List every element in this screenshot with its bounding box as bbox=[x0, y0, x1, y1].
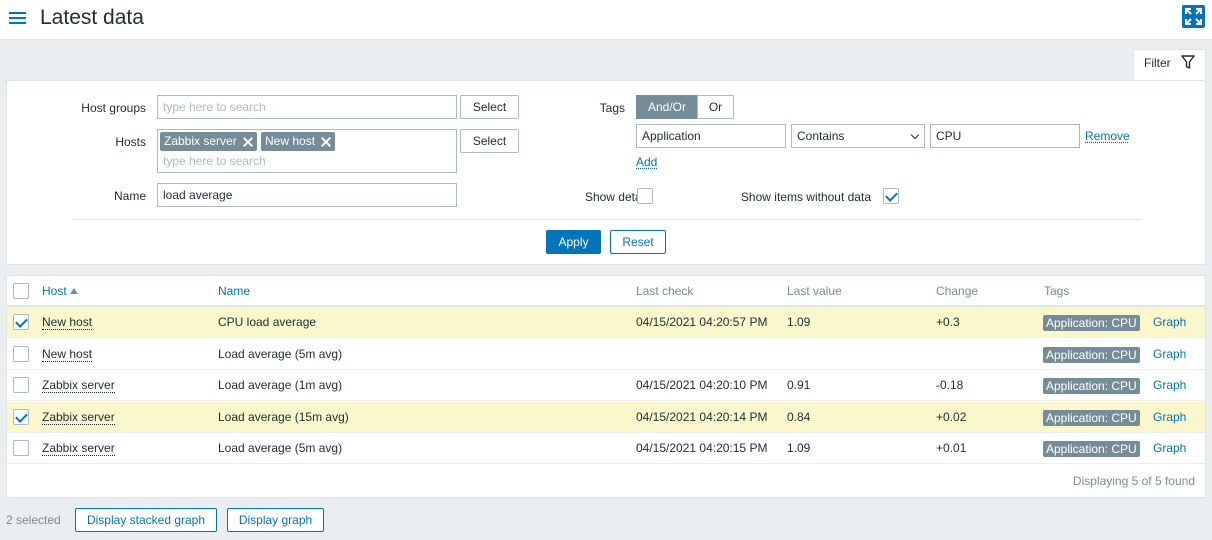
tag-badge[interactable]: Application: CPU bbox=[1043, 347, 1140, 363]
tag-operator-value: Contains bbox=[797, 129, 845, 143]
latest-data-table: Host Name Last check Last value Change T… bbox=[6, 275, 1206, 498]
host-link[interactable]: Zabbix server bbox=[42, 410, 115, 425]
tag-add-link[interactable]: Add bbox=[636, 155, 657, 169]
page-header: Latest data bbox=[0, 0, 1212, 40]
item-name: Load average (15m avg) bbox=[218, 410, 349, 424]
host-chip-label: New host bbox=[265, 134, 316, 148]
column-header-last-value: Last value bbox=[787, 284, 842, 298]
table-row: Zabbix server Load average (1m avg) 04/1… bbox=[7, 370, 1205, 401]
host-groups-label: Host groups bbox=[81, 101, 146, 115]
table-footer-count: Displaying 5 of 5 found bbox=[1072, 474, 1195, 488]
filter-tab[interactable]: Filter bbox=[1133, 49, 1206, 81]
hosts-search-input[interactable]: type here to search bbox=[163, 154, 266, 168]
fullscreen-icon bbox=[1185, 8, 1202, 25]
select-all-checkbox[interactable] bbox=[13, 283, 29, 299]
last-check: 04/15/2021 04:20:14 PM bbox=[636, 410, 768, 424]
column-header-host-label: Host bbox=[42, 284, 67, 298]
graph-link[interactable]: Graph bbox=[1153, 410, 1186, 424]
host-chip-label: Zabbix server bbox=[164, 134, 237, 148]
filter-divider bbox=[73, 219, 1141, 220]
graph-link[interactable]: Graph bbox=[1153, 347, 1186, 361]
hosts-label: Hosts bbox=[115, 135, 146, 149]
filter-panel: Host groups type here to search Select H… bbox=[6, 80, 1206, 265]
tags-label: Tags bbox=[599, 101, 625, 115]
row-checkbox[interactable] bbox=[13, 346, 29, 362]
host-chip-new-host: New host bbox=[261, 132, 336, 151]
item-name: Load average (1m avg) bbox=[218, 378, 343, 392]
last-value: 0.91 bbox=[787, 378, 811, 392]
column-header-change: Change bbox=[936, 284, 979, 298]
tag-name-input[interactable]: Application bbox=[636, 124, 786, 148]
graph-link[interactable]: Graph bbox=[1153, 441, 1186, 455]
hamburger-menu-icon[interactable] bbox=[9, 9, 27, 27]
page-title: Latest data bbox=[40, 6, 144, 29]
row-checkbox[interactable] bbox=[13, 314, 29, 330]
tag-badge[interactable]: Application: CPU bbox=[1043, 378, 1140, 394]
table-row: Zabbix server Load average (15m avg) 04/… bbox=[7, 402, 1205, 433]
show-details-checkbox[interactable] bbox=[637, 188, 653, 204]
host-groups-select-button[interactable]: Select bbox=[460, 95, 519, 119]
row-checkbox[interactable] bbox=[13, 409, 29, 425]
fullscreen-button[interactable] bbox=[1182, 5, 1205, 28]
name-label: Name bbox=[113, 189, 146, 203]
host-link[interactable]: New host bbox=[42, 315, 93, 330]
tags-or-toggle[interactable]: Or bbox=[697, 95, 734, 119]
chevron-down-icon bbox=[910, 130, 920, 140]
row-checkbox[interactable] bbox=[13, 377, 29, 393]
display-stacked-graph-button[interactable]: Display stacked graph bbox=[75, 508, 217, 532]
apply-button[interactable]: Apply bbox=[546, 230, 601, 254]
column-header-last-check: Last check bbox=[636, 284, 694, 298]
table-row: New host Load average (5m avg) Applicati… bbox=[7, 339, 1205, 370]
close-icon[interactable] bbox=[243, 137, 253, 147]
table-row: Zabbix server Load average (5m avg) 04/1… bbox=[7, 433, 1205, 464]
tag-remove-link[interactable]: Remove bbox=[1085, 129, 1130, 143]
graph-link[interactable]: Graph bbox=[1153, 315, 1186, 329]
tag-badge[interactable]: Application: CPU bbox=[1043, 315, 1140, 331]
tag-badge[interactable]: Application: CPU bbox=[1043, 410, 1140, 426]
tag-operator-select[interactable]: Contains bbox=[791, 124, 925, 148]
host-link[interactable]: New host bbox=[42, 347, 93, 362]
display-graph-button[interactable]: Display graph bbox=[227, 508, 324, 532]
last-value: 0.84 bbox=[787, 410, 811, 424]
last-check: 04/15/2021 04:20:10 PM bbox=[636, 378, 768, 392]
show-items-without-data-label: Show items without data bbox=[740, 190, 871, 204]
change-value: -0.18 bbox=[936, 378, 964, 392]
tag-value-input[interactable]: CPU bbox=[930, 124, 1080, 148]
item-name: CPU load average bbox=[218, 315, 317, 329]
reset-button[interactable]: Reset bbox=[610, 230, 666, 254]
funnel-icon bbox=[1181, 55, 1195, 69]
column-header-tags: Tags bbox=[1044, 284, 1070, 298]
host-link[interactable]: Zabbix server bbox=[42, 441, 115, 456]
tags-andor-toggle[interactable]: And/Or bbox=[636, 95, 698, 119]
close-icon[interactable] bbox=[321, 137, 331, 147]
graph-link[interactable]: Graph bbox=[1153, 378, 1186, 392]
last-value: 1.09 bbox=[787, 441, 811, 455]
last-value: 1.09 bbox=[787, 315, 811, 329]
row-checkbox[interactable] bbox=[13, 440, 29, 456]
item-name: Load average (5m avg) bbox=[218, 347, 343, 361]
last-check: 04/15/2021 04:20:57 PM bbox=[636, 315, 768, 329]
last-check: 04/15/2021 04:20:15 PM bbox=[636, 441, 768, 455]
host-groups-input[interactable]: type here to search bbox=[157, 95, 457, 119]
item-name: Load average (5m avg) bbox=[218, 441, 343, 455]
change-value: +0.01 bbox=[936, 441, 967, 455]
host-chip-zabbix-server: Zabbix server bbox=[160, 132, 257, 151]
column-header-host[interactable]: Host bbox=[42, 284, 78, 298]
table-row: New host CPU load average 04/15/2021 04:… bbox=[7, 307, 1205, 338]
tag-badge[interactable]: Application: CPU bbox=[1043, 441, 1140, 457]
filter-tab-label: Filter bbox=[1144, 56, 1171, 70]
hosts-select-button[interactable]: Select bbox=[460, 129, 519, 153]
hosts-multiselect[interactable]: Zabbix server New host type here to sear… bbox=[157, 129, 457, 173]
column-header-name[interactable]: Name bbox=[218, 284, 250, 298]
change-value: +0.02 bbox=[936, 410, 967, 424]
sort-ascending-icon bbox=[69, 288, 78, 294]
host-link[interactable]: Zabbix server bbox=[42, 378, 115, 393]
show-items-without-data-checkbox[interactable] bbox=[883, 188, 899, 204]
selected-count: 2 selected bbox=[6, 513, 61, 527]
change-value: +0.3 bbox=[936, 315, 960, 329]
name-input[interactable]: load average bbox=[157, 183, 457, 207]
